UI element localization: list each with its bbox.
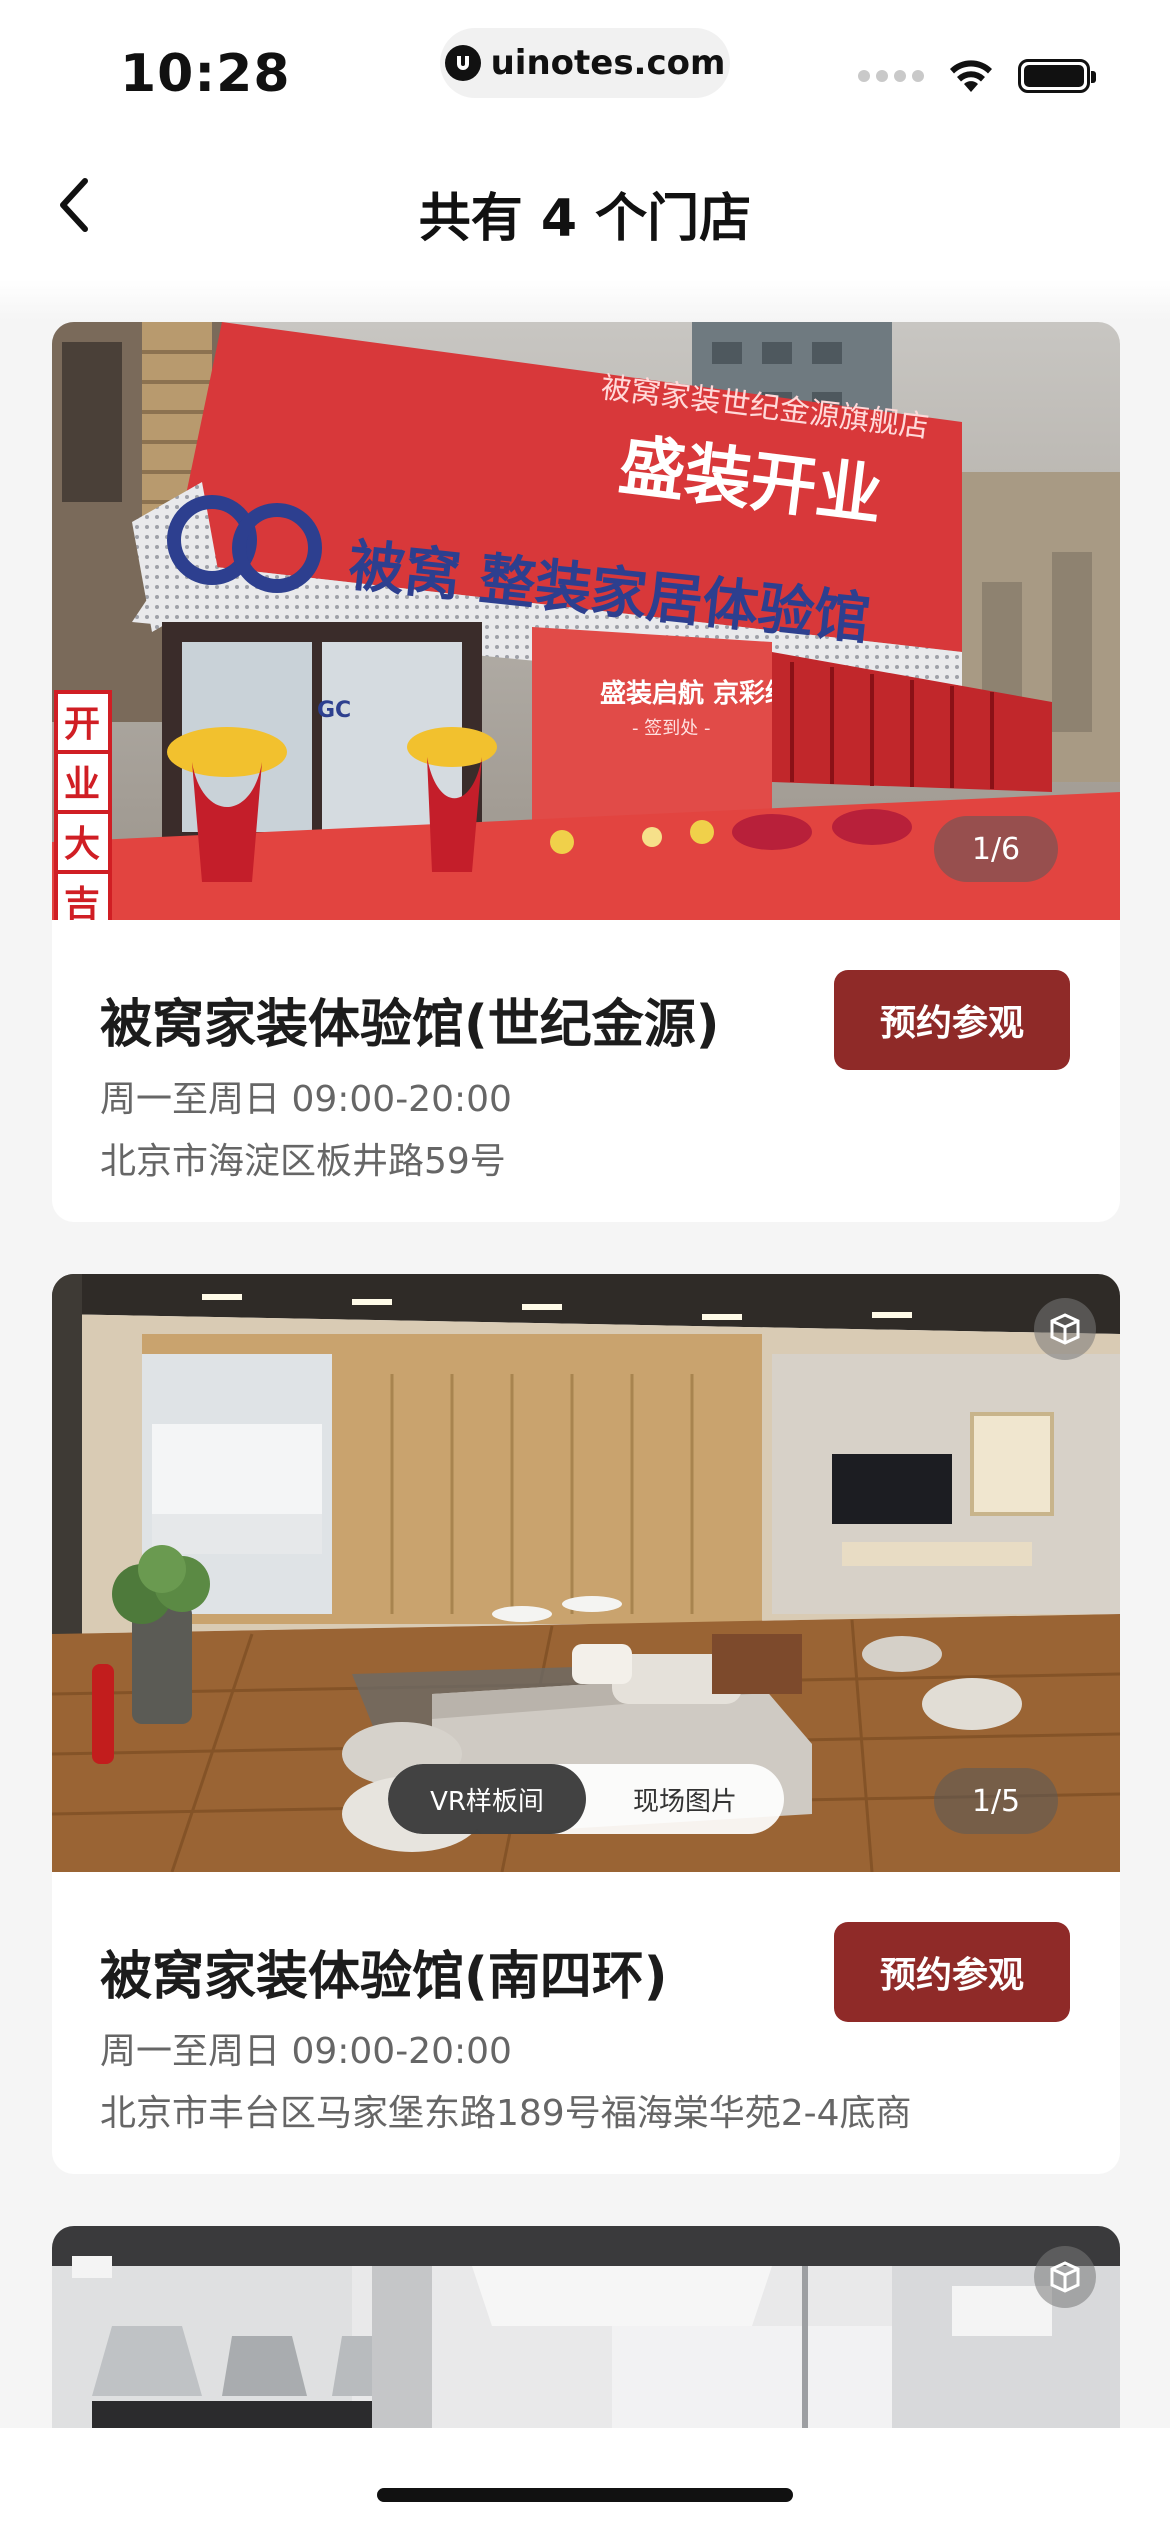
nav-bar: 共有 4 个门店 <box>0 130 1170 280</box>
status-icons <box>858 58 1096 94</box>
store-hours: 周一至周日 09:00-20:00 <box>100 2031 512 2072</box>
store-photo-carousel[interactable]: VR样板间 现场图片 1/5 <box>52 1274 1120 1872</box>
wifi-icon <box>950 60 992 92</box>
store-photo-carousel[interactable]: 被窝 整装家居体验馆 被窝家装世纪金源旗舰店 盛装开业 GC 盛装启航 京彩绽放… <box>52 322 1120 920</box>
store-card[interactable]: VR样板间 现场图片 1/5 被窝家装体验馆(南四环) 周一至周日 09:00-… <box>52 1274 1120 2174</box>
svg-text:GC: GC <box>317 698 351 723</box>
store-photo-carousel[interactable] <box>52 2226 1120 2456</box>
image-counter: 1/5 <box>934 1768 1058 1834</box>
svg-text:- 签到处 -: - 签到处 - <box>632 718 710 739</box>
url-pill[interactable]: uinotes.com <box>440 28 730 98</box>
store-name: 被窝家装体验馆(世纪金源) <box>100 995 720 1055</box>
home-indicator-area <box>0 2428 1170 2532</box>
book-visit-button[interactable]: 预约参观 <box>834 1922 1070 2022</box>
svg-text:大: 大 <box>64 824 100 865</box>
svg-text:业: 业 <box>64 764 100 805</box>
store-name: 被窝家装体验馆(南四环) <box>100 1947 668 2007</box>
uinotes-logo-icon <box>444 45 481 81</box>
svg-text:开: 开 <box>64 704 100 745</box>
cube-3d-icon[interactable] <box>1034 2246 1096 2308</box>
tab-site-photos[interactable]: 现场图片 <box>586 1764 784 1834</box>
store-info: 被窝家装体验馆(南四环) 周一至周日 09:00-20:00 北京市丰台区马家堡… <box>52 1872 1120 2174</box>
url-text: uinotes.com <box>490 43 726 83</box>
store-hours: 周一至周日 09:00-20:00 <box>100 1079 512 1120</box>
svg-text:吉: 吉 <box>64 884 100 920</box>
view-mode-toggle[interactable]: VR样板间 现场图片 <box>388 1764 784 1834</box>
tab-vr-showroom[interactable]: VR样板间 <box>388 1764 586 1834</box>
book-visit-button[interactable]: 预约参观 <box>834 970 1070 1070</box>
kitchen-showroom-photo <box>52 2226 1120 2456</box>
store-card[interactable] <box>52 2226 1120 2456</box>
signal-icon <box>858 70 924 82</box>
store-address: 北京市丰台区马家堡东路189号福海棠华苑2-4底商 <box>100 2093 912 2134</box>
home-indicator[interactable] <box>377 2488 793 2502</box>
battery-icon <box>1018 59 1096 93</box>
store-address: 北京市海淀区板井路59号 <box>100 1141 506 1182</box>
page-title: 共有 4 个门店 <box>418 189 752 249</box>
status-time: 10:28 <box>120 44 291 104</box>
store-card[interactable]: 被窝 整装家居体验馆 被窝家装世纪金源旗舰店 盛装开业 GC 盛装启航 京彩绽放… <box>52 322 1120 1222</box>
image-counter: 1/6 <box>934 816 1058 882</box>
status-bar: 10:28 uinotes.com <box>0 0 1170 130</box>
store-info: 被窝家装体验馆(世纪金源) 周一至周日 09:00-20:00 北京市海淀区板井… <box>52 920 1120 1222</box>
cube-3d-icon[interactable] <box>1034 1298 1096 1360</box>
